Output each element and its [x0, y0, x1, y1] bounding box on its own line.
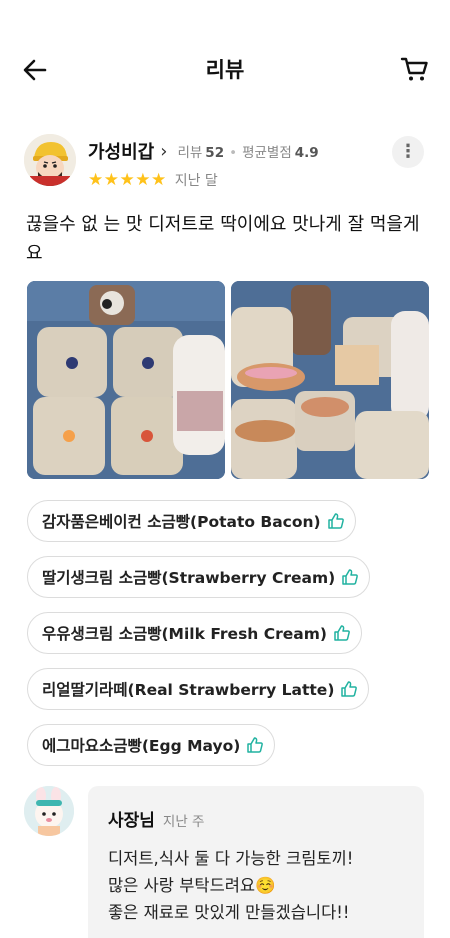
review-photo[interactable]: [27, 281, 225, 479]
owner-name: 사장님: [108, 811, 155, 831]
menu-tag-chip[interactable]: 우유생크림 소금빵(Milk Fresh Cream): [27, 612, 362, 654]
review-body: 끊을수 없 는 맛 디저트로 딱이에요 맛나게 잘 먹을게요: [26, 214, 420, 264]
menu-tag-chip[interactable]: 감자품은베이컨 소금빵(Potato Bacon): [27, 500, 356, 542]
reply-body: 디저트,식사 둘 다 가능한 크림토끼! 많은 사랑 부탁드려요☺️ 좋은 재료…: [108, 849, 354, 922]
reviewer-stats: 리뷰 52 • 평균별점 4.9: [177, 141, 318, 161]
food-photo-boxes: [27, 281, 225, 479]
thumbs-up-icon: [327, 513, 344, 529]
review-count-label: 리뷰: [177, 145, 203, 161]
cart-icon[interactable]: [400, 54, 430, 84]
menu-tag-chip[interactable]: 에그마요소금빵(Egg Mayo): [27, 724, 276, 766]
reviewer-info[interactable]: 가성비갑 › 리뷰 52 • 평균별점 4.9: [88, 138, 319, 164]
review-header: 가성비갑 › 리뷰 52 • 평균별점 4.9 ★★★★★ 지난 달 ⋮: [24, 134, 426, 194]
menu-tag-chip[interactable]: 리얼딸기라떼(Real Strawberry Latte): [27, 668, 370, 710]
separator-dot: •: [229, 145, 238, 161]
chevron-right-icon[interactable]: ›: [160, 141, 167, 162]
owner-avatar-image: [24, 786, 74, 836]
thumbs-up-icon: [334, 625, 350, 641]
more-options-button[interactable]: ⋮: [392, 136, 424, 168]
reply-header: 사장님 지난 주: [108, 806, 404, 831]
menu-tag-chip[interactable]: 딸기생크림 소금빵(Strawberry Cream): [27, 556, 371, 598]
reviewer-avatar[interactable]: [24, 134, 76, 186]
reply-date: 지난 주: [162, 814, 205, 830]
star-rating: ★★★★★: [88, 170, 167, 190]
review-date: 지난 달: [174, 173, 218, 189]
menu-tag-label: 리얼딸기라떼(Real Strawberry Latte): [42, 681, 335, 699]
review-photo[interactable]: [231, 281, 429, 479]
reviewer-nickname[interactable]: 가성비갑: [88, 138, 154, 164]
reviewer-avatar-image: [24, 134, 76, 186]
menu-tag-label: 감자품은베이컨 소금빵(Potato Bacon): [42, 513, 321, 531]
thumbs-up-icon: [342, 569, 359, 585]
menu-tag-label: 우유생크림 소금빵(Milk Fresh Cream): [42, 625, 327, 643]
top-bar: 리뷰: [0, 46, 450, 92]
thumbs-up-icon: [341, 681, 358, 697]
food-photo-bread: [231, 281, 429, 479]
review-count: 52: [205, 145, 225, 161]
rating-row: ★★★★★ 지난 달: [88, 170, 218, 190]
owner-reply: 사장님 지난 주 디저트,식사 둘 다 가능한 크림토끼! 많은 사랑 부탁드려…: [24, 786, 426, 938]
avg-rating: 4.9: [294, 145, 319, 161]
thumbs-up-icon: [247, 737, 264, 753]
page-title: 리뷰: [205, 58, 245, 82]
review-photos: [27, 281, 429, 479]
menu-tag-label: 딸기생크림 소금빵(Strawberry Cream): [42, 569, 336, 587]
reply-bubble: 사장님 지난 주 디저트,식사 둘 다 가능한 크림토끼! 많은 사랑 부탁드려…: [88, 786, 424, 938]
menu-tag-label: 에그마요소금빵(Egg Mayo): [42, 737, 241, 755]
avg-rating-label: 평균별점: [242, 145, 292, 161]
owner-avatar: [24, 786, 74, 836]
